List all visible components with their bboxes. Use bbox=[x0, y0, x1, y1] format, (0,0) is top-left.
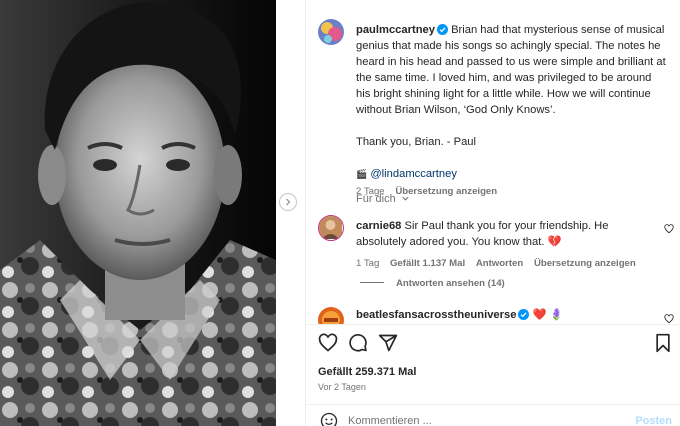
clapper-emoji: 🎬 bbox=[356, 169, 368, 179]
comment-text: ❤️ 🪻 bbox=[532, 309, 564, 321]
post-photo bbox=[0, 0, 276, 426]
comment-input[interactable]: Kommentieren ... bbox=[348, 415, 432, 426]
view-replies-button[interactable]: Antworten ansehen (14) bbox=[360, 278, 505, 289]
post-caption: paulmccartney Brian had that mysterious … bbox=[356, 22, 666, 200]
likes-count[interactable]: Gefällt 259.371 Mal bbox=[318, 366, 416, 378]
verified-badge-icon bbox=[518, 309, 530, 320]
share-icon[interactable] bbox=[378, 333, 398, 353]
post-button[interactable]: Posten bbox=[635, 415, 672, 426]
reply-button[interactable]: Antworten bbox=[476, 258, 523, 269]
post-actions bbox=[318, 333, 678, 357]
chevron-down-icon bbox=[402, 196, 409, 201]
commenter-avatar[interactable] bbox=[318, 215, 344, 241]
media-gutter bbox=[276, 0, 306, 426]
view-replies-label: Antworten ansehen (14) bbox=[396, 278, 505, 289]
translate-caption-button[interactable]: Übersetzung anzeigen bbox=[395, 186, 497, 197]
post-timestamp[interactable]: Vor 2 Tagen bbox=[318, 382, 366, 392]
chevron-right-icon bbox=[286, 198, 291, 206]
comments-panel: paulmccartney Brian had that mysterious … bbox=[306, 0, 680, 426]
bookmark-icon[interactable] bbox=[654, 333, 672, 353]
comment-age[interactable]: 1 Tag bbox=[356, 258, 379, 269]
caption-text: Brian had that mysterious sense of music… bbox=[356, 24, 666, 116]
translate-comment-button[interactable]: Übersetzung anzeigen bbox=[534, 258, 636, 269]
comment-item: carnie68 Sir Paul thank you for your fri… bbox=[356, 218, 656, 272]
comment-icon[interactable] bbox=[348, 333, 368, 353]
author-avatar[interactable] bbox=[318, 19, 344, 45]
comment-divider bbox=[306, 404, 680, 405]
commenter-avatar[interactable] bbox=[318, 307, 344, 324]
actions-divider bbox=[306, 324, 680, 325]
heart-icon[interactable] bbox=[318, 333, 338, 353]
comment-like-heart-icon[interactable] bbox=[664, 314, 674, 324]
for-you-label: Für dich bbox=[356, 193, 396, 205]
comment-like-heart-icon[interactable] bbox=[664, 224, 674, 234]
next-media-button[interactable] bbox=[279, 193, 297, 211]
for-you-filter[interactable]: Für dich bbox=[356, 193, 410, 205]
author-username[interactable]: paulmccartney bbox=[356, 24, 435, 36]
mention-link[interactable]: @lindamccartney bbox=[370, 168, 457, 180]
comments-scroll[interactable]: paulmccartney Brian had that mysterious … bbox=[306, 0, 680, 324]
comment-bar: Kommentieren ... Posten bbox=[318, 412, 678, 426]
verified-badge-icon bbox=[436, 24, 448, 35]
caption-signoff: Thank you, Brian. - Paul bbox=[356, 136, 477, 148]
comment-username[interactable]: beatlesfansacrosstheuniverse bbox=[356, 309, 516, 321]
comment-item: beatlesfansacrosstheuniverse ❤️ 🪻 bbox=[356, 307, 656, 323]
emoji-icon[interactable] bbox=[320, 412, 338, 426]
comment-username[interactable]: carnie68 bbox=[356, 220, 401, 232]
replies-line bbox=[360, 282, 384, 283]
comment-likes[interactable]: Gefällt 1.137 Mal bbox=[390, 258, 465, 269]
